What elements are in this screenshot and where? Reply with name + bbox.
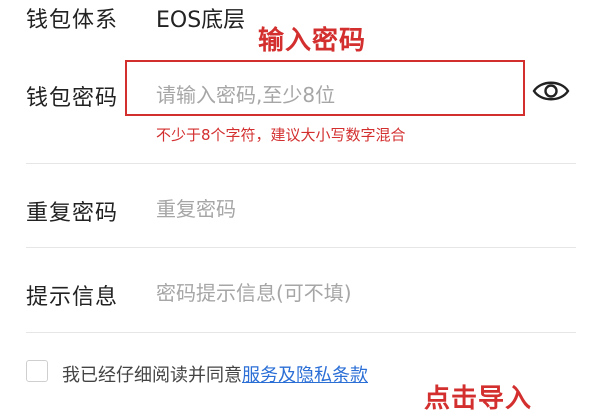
wallet-system-value: EOS底层 (156, 8, 246, 33)
hint-info-input[interactable] (156, 276, 496, 310)
agreement-prefix: 我已经仔细阅读并同意 (62, 365, 242, 386)
divider (26, 247, 576, 248)
divider (26, 163, 576, 164)
agree-checkbox[interactable] (26, 360, 48, 382)
password-label: 钱包密码 (26, 86, 119, 111)
privacy-terms-link[interactable]: 服务及隐私条款 (242, 365, 368, 386)
wallet-system-label: 钱包体系 (26, 8, 119, 33)
repeat-password-label: 重复密码 (26, 201, 119, 226)
eye-icon[interactable] (532, 76, 570, 106)
repeat-password-input[interactable] (156, 192, 496, 226)
annotation-enter-password: 输入密码 (258, 26, 367, 56)
agreement-text: 我已经仔细阅读并同意服务及隐私条款 (62, 361, 368, 387)
password-input[interactable] (156, 78, 496, 112)
password-hint: 不少于8个字符，建议大小写数字混合 (156, 126, 406, 144)
annotation-click-import: 点击导入 (424, 384, 533, 414)
hint-info-label: 提示信息 (26, 285, 119, 310)
divider (26, 332, 576, 333)
